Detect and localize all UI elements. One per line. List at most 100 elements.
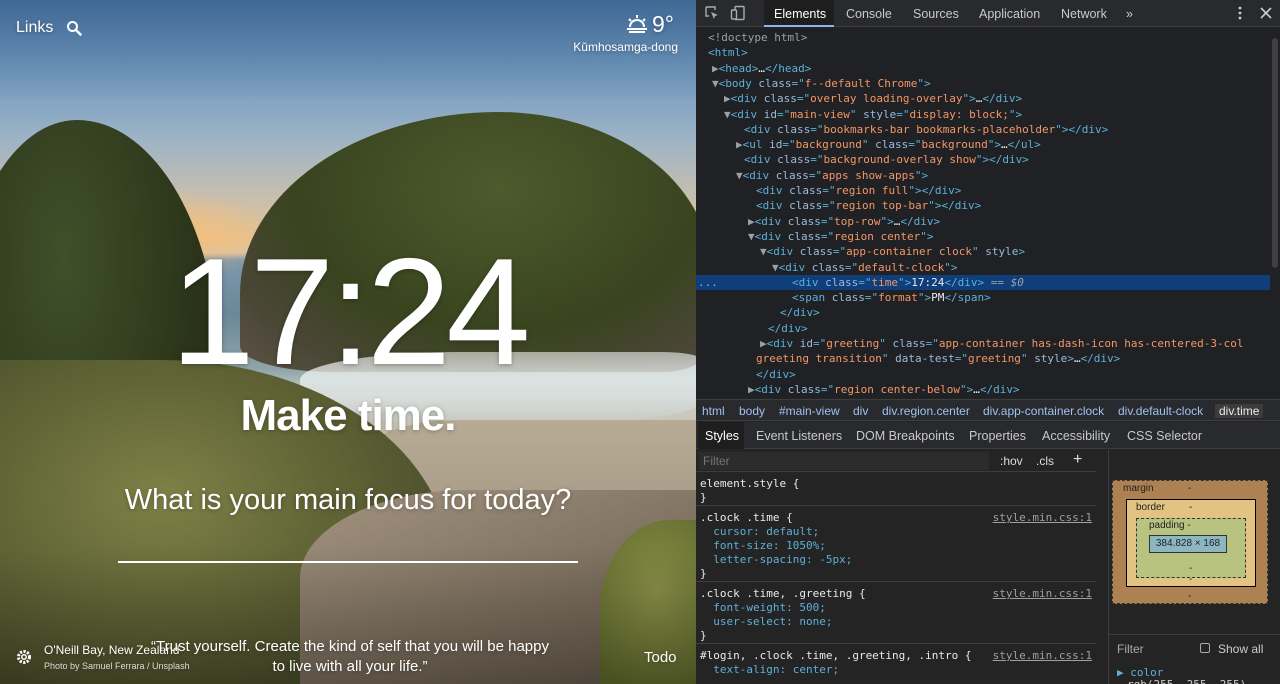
dom-token: default-clock (858, 260, 945, 274)
kebab-menu-icon[interactable] (1232, 5, 1248, 21)
stylesheet-link[interactable]: style.min.css:1 (993, 649, 1092, 663)
css-selector[interactable]: } (700, 567, 707, 581)
dom-token: ▼ (760, 245, 767, 259)
dom-scrollbar[interactable] (1272, 38, 1278, 268)
dom-token: =" (832, 245, 847, 259)
computed-filter-input[interactable]: Filter (1117, 642, 1144, 656)
tab-elements[interactable]: Elements (774, 7, 826, 21)
dom-node[interactable]: </div> (696, 305, 1270, 320)
dom-node-selected[interactable]: <div class="time">17:24</div> == $0... (696, 274, 1270, 290)
search-icon[interactable] (66, 20, 82, 36)
css-selector[interactable]: } (700, 629, 707, 643)
hov-toggle[interactable]: :hov (1000, 454, 1023, 468)
tab-application[interactable]: Application (979, 7, 1040, 21)
dom-node[interactable]: greeting transition" data-test="greeting… (696, 351, 1270, 366)
styles-filter-input[interactable] (699, 452, 989, 470)
tab-console[interactable]: Console (846, 7, 892, 21)
css-selector[interactable]: element.style { (700, 477, 799, 491)
dom-node[interactable]: <div class="region full"></div> (696, 183, 1270, 198)
dom-node[interactable]: <!doctype html> (696, 30, 1270, 45)
css-selector[interactable]: .clock .time { (700, 511, 793, 525)
dom-node[interactable]: ▼<div id="main-view" style="display: blo… (696, 107, 1270, 122)
tab-sources[interactable]: Sources (913, 7, 959, 21)
cls-toggle[interactable]: .cls (1036, 454, 1054, 468)
dom-token: =" (954, 352, 968, 366)
css-declaration[interactable]: cursor: default; (700, 525, 819, 539)
dom-node[interactable]: ▼<div class="apps show-apps"> (696, 168, 1270, 183)
css-selector[interactable]: .clock .time, .greeting { (700, 587, 866, 601)
dom-node[interactable]: ▶<div class="top-row">…</div> (696, 214, 1270, 229)
dom-token: " (971, 245, 986, 259)
dom-token: class (787, 229, 821, 243)
tab-styles[interactable]: Styles (705, 429, 739, 443)
tab-event-listeners[interactable]: Event Listeners (756, 429, 842, 443)
close-icon[interactable] (1258, 5, 1274, 21)
dom-node[interactable]: ▶<div class="overlay loading-overlay">…<… (696, 91, 1270, 106)
todo-button[interactable]: Todo (644, 649, 677, 666)
breadcrumb-item[interactable]: div.region.center (882, 404, 970, 418)
dom-token: ▶ (760, 337, 767, 350)
dom-token: app-container clock (846, 245, 972, 259)
dom-node[interactable]: </div> (696, 367, 1270, 382)
stylesheet-link[interactable]: style.min.css:1 (993, 587, 1092, 601)
inspect-element-icon[interactable] (704, 5, 720, 21)
dom-node[interactable]: <html> (696, 45, 1270, 60)
dom-tree[interactable]: <!doctype html> <html> ▶<head>…</head> ▼<bo… (696, 28, 1280, 398)
breadcrumb-item[interactable]: div.app-container.clock (983, 404, 1104, 418)
dom-token: =" (810, 122, 824, 136)
breadcrumb-item[interactable]: div.default-clock (1118, 404, 1203, 418)
dom-node[interactable]: <span class="format">PM</span> (696, 290, 1270, 305)
tab-network[interactable]: Network (1061, 7, 1107, 21)
breadcrumb-item[interactable]: #main-view (779, 404, 840, 418)
dom-node[interactable]: ▶<div class="region center-below">…</div… (696, 382, 1270, 397)
dom-node[interactable]: ▼<div class="app-container clock" style> (696, 244, 1270, 259)
css-declaration[interactable]: user-select: none; (700, 615, 832, 629)
dom-node[interactable]: </div> (696, 321, 1270, 336)
focus-input[interactable] (118, 561, 578, 563)
box-model-padding[interactable]: padding - 384.828 × 168 - (1136, 518, 1246, 578)
links-button[interactable]: Links (16, 19, 53, 37)
breadcrumb-item[interactable]: body (739, 404, 765, 418)
dom-node[interactable]: <div class="background-overlay show"></d… (696, 152, 1270, 167)
dom-token: =" (844, 260, 859, 274)
tab-accessibility[interactable]: Accessibility (1042, 429, 1110, 443)
dom-token: background (795, 138, 862, 152)
dom-node[interactable]: ▶<ul id="background" class="background">… (696, 137, 1270, 152)
tab-properties[interactable]: Properties (969, 429, 1026, 443)
show-all-label: Show all (1218, 642, 1264, 656)
new-rule-plus-icon[interactable]: + (1073, 451, 1082, 469)
weather-sunset-icon[interactable] (626, 13, 648, 35)
weather-location[interactable]: Kŭmhosamga-dong (573, 40, 678, 54)
dom-node[interactable]: ▶<div id="greeting" class="app-container… (696, 336, 1270, 351)
breadcrumb-item[interactable]: html (702, 404, 725, 418)
dom-token: " (849, 107, 864, 121)
css-declaration[interactable]: text-align: center; (700, 663, 839, 677)
daily-quote[interactable]: “Trust yourself. Create the kind of self… (150, 637, 550, 677)
box-model-border[interactable]: border - - padding - 384.828 × 168 - (1126, 499, 1256, 587)
css-declaration[interactable]: font-size: 1050%; (700, 539, 826, 553)
box-model-content[interactable]: 384.828 × 168 (1149, 535, 1227, 553)
css-selector[interactable]: #login, .clock .time, .greeting, .intro … (700, 649, 972, 663)
tab-dom-breakpoints[interactable]: DOM Breakpoints (856, 429, 955, 443)
css-declaration[interactable]: letter-spacing: -5px; (700, 553, 852, 567)
css-selector[interactable]: } (700, 491, 707, 505)
settings-gear-icon[interactable] (15, 648, 33, 666)
tab-css-selector[interactable]: CSS Selector (1127, 429, 1202, 443)
dom-node[interactable]: ▼<body class="f--default Chrome"> (696, 76, 1270, 91)
box-model-margin[interactable]: margin - - border - - padding - 384.828 … (1112, 480, 1268, 604)
device-toolbar-icon[interactable] (730, 5, 746, 21)
weather-temperature[interactable]: 9° (652, 11, 674, 38)
css-declaration[interactable]: font-weight: 500; (700, 601, 826, 615)
breadcrumb-item-selected[interactable]: div.time (1215, 404, 1264, 418)
dom-node[interactable]: <div class="region top-bar"></div> (696, 198, 1270, 213)
dom-node[interactable]: ▼<div class="region center"> (696, 229, 1270, 244)
stylesheet-link[interactable]: style.min.css:1 (993, 511, 1092, 525)
more-tabs-button[interactable]: » (1126, 7, 1133, 21)
dom-node[interactable]: ▼<div class="default-clock"> (696, 260, 1270, 275)
styles-pane: :hov .cls + element.style {} .clock .time… (696, 450, 1096, 684)
dom-node[interactable]: ▶<head>…</head> (696, 61, 1270, 76)
breadcrumb-item[interactable]: div (853, 404, 868, 418)
show-all-checkbox[interactable] (1200, 643, 1210, 653)
box-model-pane: margin - - border - - padding - 384.828 … (1108, 450, 1280, 684)
dom-node[interactable]: <div class="bookmarks-bar bookmarks-plac… (696, 122, 1270, 137)
